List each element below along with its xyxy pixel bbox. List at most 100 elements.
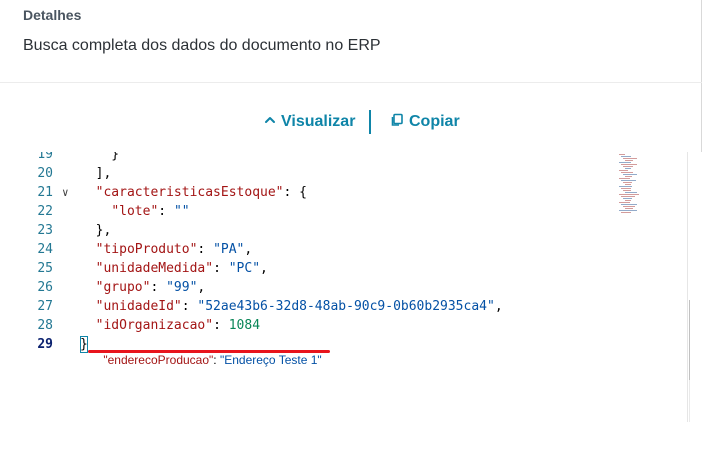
minimap-line	[625, 208, 633, 209]
line-number: 21	[37, 185, 53, 200]
code-line: 24 "tipoProduto": "PA",	[0, 240, 612, 259]
action-bar: Visualizar Copiar	[0, 106, 702, 138]
minimap-line	[621, 180, 636, 181]
minimap-line	[619, 154, 625, 155]
line-number: 24	[37, 242, 53, 257]
minimap-line	[625, 184, 631, 185]
scrollbar-track-lower	[689, 380, 690, 422]
code-token: "lote"	[111, 204, 159, 219]
code-token: "PC"	[228, 261, 261, 276]
details-title: Detalhes	[23, 7, 82, 23]
pasted-key: "enderecoProducao"	[103, 353, 214, 367]
code-token: "idOrganizacao"	[95, 318, 214, 333]
line-number: 23	[37, 223, 53, 238]
red-highlight-underline	[88, 350, 330, 353]
code-token: }	[80, 152, 120, 162]
minimap-line	[619, 210, 637, 211]
minimap-line	[619, 194, 639, 195]
code-token: "tipoProduto"	[95, 242, 198, 257]
minimap-line	[625, 192, 637, 193]
minimap-line	[621, 204, 637, 205]
line-number: 19	[37, 152, 53, 162]
code-token: ,	[197, 280, 206, 295]
pasted-value: "Endereço Teste 1"	[219, 353, 322, 367]
minimap-line	[625, 176, 632, 177]
action-separator	[369, 110, 371, 134]
line-number: 26	[37, 280, 53, 295]
code-token: :	[213, 318, 229, 333]
code-line: 26 "grupo": "99",	[0, 278, 612, 297]
code-token: ,	[244, 242, 253, 257]
code-text: "lote": ""	[80, 202, 190, 221]
minimap-line	[621, 188, 631, 189]
code-token: :	[181, 299, 198, 314]
pasted-separator: :	[213, 353, 220, 367]
minimap-line	[623, 158, 637, 159]
minimap-line	[623, 182, 632, 183]
minimap-line	[623, 166, 633, 167]
code-token: },	[80, 223, 112, 238]
minimap-line	[625, 200, 631, 201]
fold-chevron-icon[interactable]: ∨	[62, 183, 74, 202]
code-text: ],	[80, 164, 112, 183]
minimap-line	[619, 162, 631, 163]
code-line: 23 },	[0, 221, 612, 240]
line-number: 28	[37, 318, 53, 333]
minimap-line	[623, 190, 631, 191]
text-cursor	[80, 336, 88, 353]
json-code-editor[interactable]: 19 } 20 ], 21 ∨ "caracteristicasEstoque": {…	[0, 152, 690, 422]
minimap-line	[619, 186, 632, 187]
code-token: ,	[494, 299, 503, 314]
code-text: "tipoProduto": "PA",	[80, 240, 253, 259]
line-number: 27	[37, 299, 53, 314]
code-token: :	[158, 204, 174, 219]
pasted-text: "enderecoProducao": "Endereço Teste 1"	[90, 333, 322, 387]
minimap-line	[623, 206, 635, 207]
code-text: "grupo": "99",	[80, 278, 206, 297]
visualize-label: Visualizar	[281, 113, 356, 130]
code-token: : {	[283, 185, 307, 200]
code-token: "caracteristicasEstoque"	[95, 185, 284, 200]
visualize-button[interactable]: Visualizar	[264, 106, 355, 138]
code-token: "99"	[166, 280, 198, 295]
minimap-line	[623, 174, 637, 175]
minimap-line	[621, 196, 635, 197]
minimap-line	[623, 198, 632, 199]
line-number: 20	[37, 166, 53, 181]
code-token: ],	[80, 166, 112, 181]
copy-button[interactable]: Copiar	[390, 106, 460, 138]
code-line: 22 "lote": ""	[0, 202, 612, 221]
code-token: "52ae43b6-32d8-48ab-90c9-0b60b2935ca4"	[197, 299, 495, 314]
minimap-line	[625, 160, 633, 161]
line-number: 29	[37, 337, 53, 352]
scrollbar-thumb[interactable]	[689, 300, 690, 380]
code-text: "unidadeId": "52ae43b6-32d8-48ab-90c9-0b…	[80, 297, 503, 316]
code-token: "PA"	[213, 242, 245, 257]
copy-icon	[390, 113, 404, 132]
scroll-track	[687, 152, 688, 422]
code-line: 21 ∨ "caracteristicasEstoque": {	[0, 183, 612, 202]
minimap-line	[619, 178, 630, 179]
code-text: "unidadeMedida": "PC",	[80, 259, 268, 278]
line-number: 25	[37, 261, 53, 276]
code-line: 20 ],	[0, 164, 612, 183]
code-token: ""	[173, 204, 190, 219]
details-description: Busca completa dos dados do documento no…	[23, 37, 381, 54]
code-line: 27 "unidadeId": "52ae43b6-32d8-48ab-90c9…	[0, 297, 612, 316]
copy-label: Copiar	[409, 113, 460, 130]
chevron-up-icon	[264, 113, 276, 131]
code-token: :	[197, 242, 214, 257]
minimap-line	[621, 156, 631, 157]
code-text: },	[80, 221, 112, 240]
code-text: }	[80, 152, 119, 164]
editor-minimap[interactable]	[615, 152, 685, 214]
code-token: "unidadeId"	[95, 299, 182, 314]
minimap-line	[621, 172, 633, 173]
code-token: "unidadeMedida"	[95, 261, 214, 276]
divider	[0, 82, 702, 83]
